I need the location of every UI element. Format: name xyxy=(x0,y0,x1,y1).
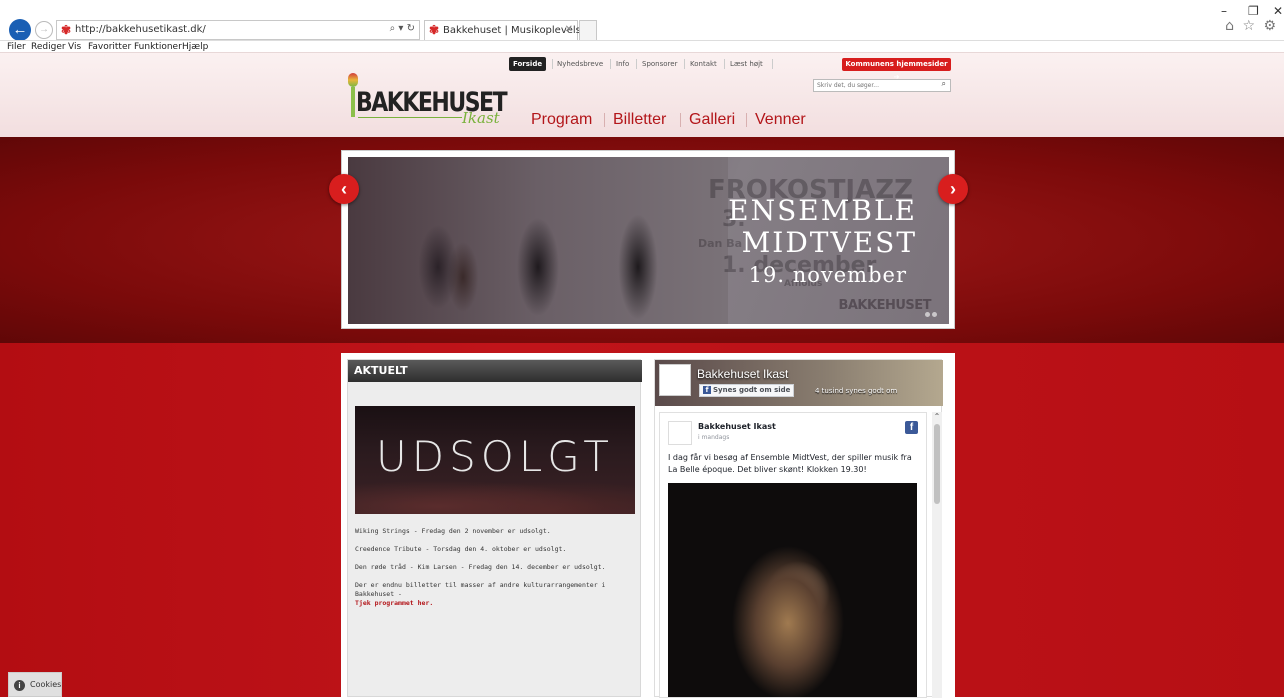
slide-headline-line: ENSEMBLE xyxy=(728,194,917,227)
nav-divider xyxy=(680,113,681,127)
menu-item-favoritter[interactable]: Favoritter xyxy=(88,42,131,52)
topnav-kontakt[interactable]: Kontakt xyxy=(690,57,717,71)
nav-galleri[interactable]: Galleri xyxy=(689,109,735,131)
browser-tab[interactable]: ✾ Bakkehuset | Musikoplevelser ✕ xyxy=(424,20,591,41)
fb-cover: Bakkehuset Ikast f Synes godt om side 4 t… xyxy=(655,360,943,406)
slide-headline: ENSEMBLE MIDTVEST xyxy=(728,195,917,259)
menu-bar: Filer Rediger Vis Favoritter Funktioner … xyxy=(0,40,1284,52)
nav-divider xyxy=(604,113,605,127)
fb-post-author[interactable]: Bakkehuset Ikast xyxy=(698,422,776,431)
menu-item-rediger[interactable]: Rediger xyxy=(31,42,66,52)
new-tab-button[interactable] xyxy=(579,20,597,41)
aktuelt-item: Den røde tråd - Kim Larsen - Fredag den … xyxy=(355,563,606,571)
menu-item-funktioner[interactable]: Funktioner xyxy=(134,42,182,52)
cookies-label: Cookies xyxy=(30,680,62,689)
topnav-divider xyxy=(724,59,725,69)
aktuelt-item: Wiking Strings - Fredag den 2 november e… xyxy=(355,527,551,535)
topnav-divider xyxy=(610,59,611,69)
fb-scrollbar[interactable]: ⌃ xyxy=(932,412,942,698)
scroll-thumb[interactable] xyxy=(934,424,940,504)
logo-subtitle: Ikast xyxy=(462,109,500,127)
address-bar[interactable]: ✾ http://bakkehusetikast.dk/ ⌕ ▾ ↻ xyxy=(56,20,420,40)
site-header: Forside Nyhedsbreve Info Sponsorer Konta… xyxy=(0,52,1284,137)
fb-like-button[interactable]: f Synes godt om side xyxy=(699,384,795,397)
back-button[interactable]: ← xyxy=(9,19,31,41)
ensemble-photo xyxy=(348,157,728,324)
fb-page-name[interactable]: Bakkehuset Ikast xyxy=(697,367,788,381)
menu-item-vis[interactable]: Vis xyxy=(68,42,81,52)
forward-button[interactable]: → xyxy=(35,21,53,39)
topnav-divider xyxy=(684,59,685,69)
slide-brand: BAKKEHUSET xyxy=(838,298,931,313)
menu-item-hjaelp[interactable]: Hjælp xyxy=(182,42,208,52)
topnav-laest-hoejt[interactable]: Læst højt xyxy=(730,57,763,71)
kommune-button[interactable]: Kommunens hjemmesider ➔ xyxy=(842,58,951,81)
topnav-info[interactable]: Info xyxy=(616,57,629,71)
search-icon[interactable]: ⌕ xyxy=(942,79,946,89)
content-container: AKTUELT UDSOLGT Wiking Strings - Fredag … xyxy=(341,353,955,698)
address-tools[interactable]: ⌕ ▾ ↻ xyxy=(390,23,415,34)
slider-next-button[interactable]: › xyxy=(938,174,968,204)
slide-ensemble-midtvest[interactable]: FROKOSTJAZZ 3. Dan Ba 1. december Afhold… xyxy=(348,157,949,324)
nav-divider xyxy=(746,113,747,127)
site-search: ⌕ xyxy=(813,79,951,92)
menu-item-filer[interactable]: Filer xyxy=(7,42,26,52)
topnav-sponsorer[interactable]: Sponsorer xyxy=(642,57,677,71)
scroll-up-icon[interactable]: ⌃ xyxy=(932,412,942,422)
udsolgt-text: UDSOLGT xyxy=(376,432,614,481)
topnav-divider xyxy=(636,59,637,69)
info-icon: i xyxy=(14,680,25,691)
address-url[interactable]: http://bakkehusetikast.dk/ xyxy=(75,24,206,35)
nav-venner[interactable]: Venner xyxy=(755,109,806,131)
site-favicon-icon: ✾ xyxy=(61,23,72,37)
aktuelt-more-text: Der er endnu billetter til masser af and… xyxy=(355,581,606,598)
fb-post-avatar[interactable] xyxy=(668,421,692,445)
close-window-button[interactable]: ✕ xyxy=(1273,4,1283,18)
slider-dots[interactable] xyxy=(923,304,937,322)
fb-like-label: Synes godt om side xyxy=(713,386,791,394)
minimize-button[interactable]: – xyxy=(1221,4,1227,18)
aktuelt-more: Der er endnu billetter til masser af and… xyxy=(355,581,637,608)
site-logo[interactable]: BAKKEHUSET Ikast xyxy=(344,71,508,127)
aktuelt-item: Creedence Tribute - Torsdag den 4. oktob… xyxy=(355,545,567,553)
aktuelt-panel: AKTUELT UDSOLGT Wiking Strings - Fredag … xyxy=(347,359,642,697)
tab-favicon-icon: ✾ xyxy=(429,23,440,37)
site-search-input[interactable] xyxy=(817,80,933,91)
program-link[interactable]: Tjek programmet her. xyxy=(355,599,433,607)
fb-like-count: 4 tusind synes godt om xyxy=(815,387,898,395)
topnav-forside[interactable]: Forside xyxy=(509,57,547,71)
udsolgt-image[interactable]: UDSOLGT xyxy=(355,406,635,514)
topnav-nyhedsbreve[interactable]: Nyhedsbreve xyxy=(557,57,603,71)
restore-button[interactable]: ❐ xyxy=(1248,4,1259,18)
facebook-widget: Bakkehuset Ikast f Synes godt om side 4 t… xyxy=(654,359,943,698)
aktuelt-title: AKTUELT xyxy=(348,360,642,382)
cookies-button[interactable]: i Cookies xyxy=(8,672,62,697)
fb-avatar[interactable] xyxy=(659,364,691,396)
fb-post-time[interactable]: i mandags xyxy=(698,434,729,441)
topnav-divider xyxy=(552,59,553,69)
slide-date: 19. november xyxy=(748,263,907,287)
topnav-divider xyxy=(772,59,773,69)
home-favorites-settings-icons[interactable]: ⌂ ☆ ⚙ xyxy=(1225,18,1278,34)
nav-program[interactable]: Program xyxy=(531,109,592,131)
tab-close-icon[interactable]: ✕ xyxy=(565,24,573,35)
logo-underline xyxy=(358,117,462,118)
fb-post-text: I dag får vi besøg af Ensemble MidtVest,… xyxy=(668,453,912,474)
nav-billetter[interactable]: Billetter xyxy=(613,109,666,131)
fb-post-image[interactable] xyxy=(668,483,917,697)
slider-prev-button[interactable]: ‹ xyxy=(329,174,359,204)
facebook-icon[interactable]: f xyxy=(905,421,918,434)
slide-headline-line: MIDTVEST xyxy=(741,226,917,259)
fb-logo-icon: f xyxy=(703,386,711,394)
image-slider: FROKOSTJAZZ 3. Dan Ba 1. december Afhold… xyxy=(341,150,955,329)
browser-chrome: ← → ✾ http://bakkehusetikast.dk/ ⌕ ▾ ↻ ✾… xyxy=(0,0,1284,52)
fb-post: Bakkehuset Ikast i mandags f I dag får v… xyxy=(659,412,927,698)
